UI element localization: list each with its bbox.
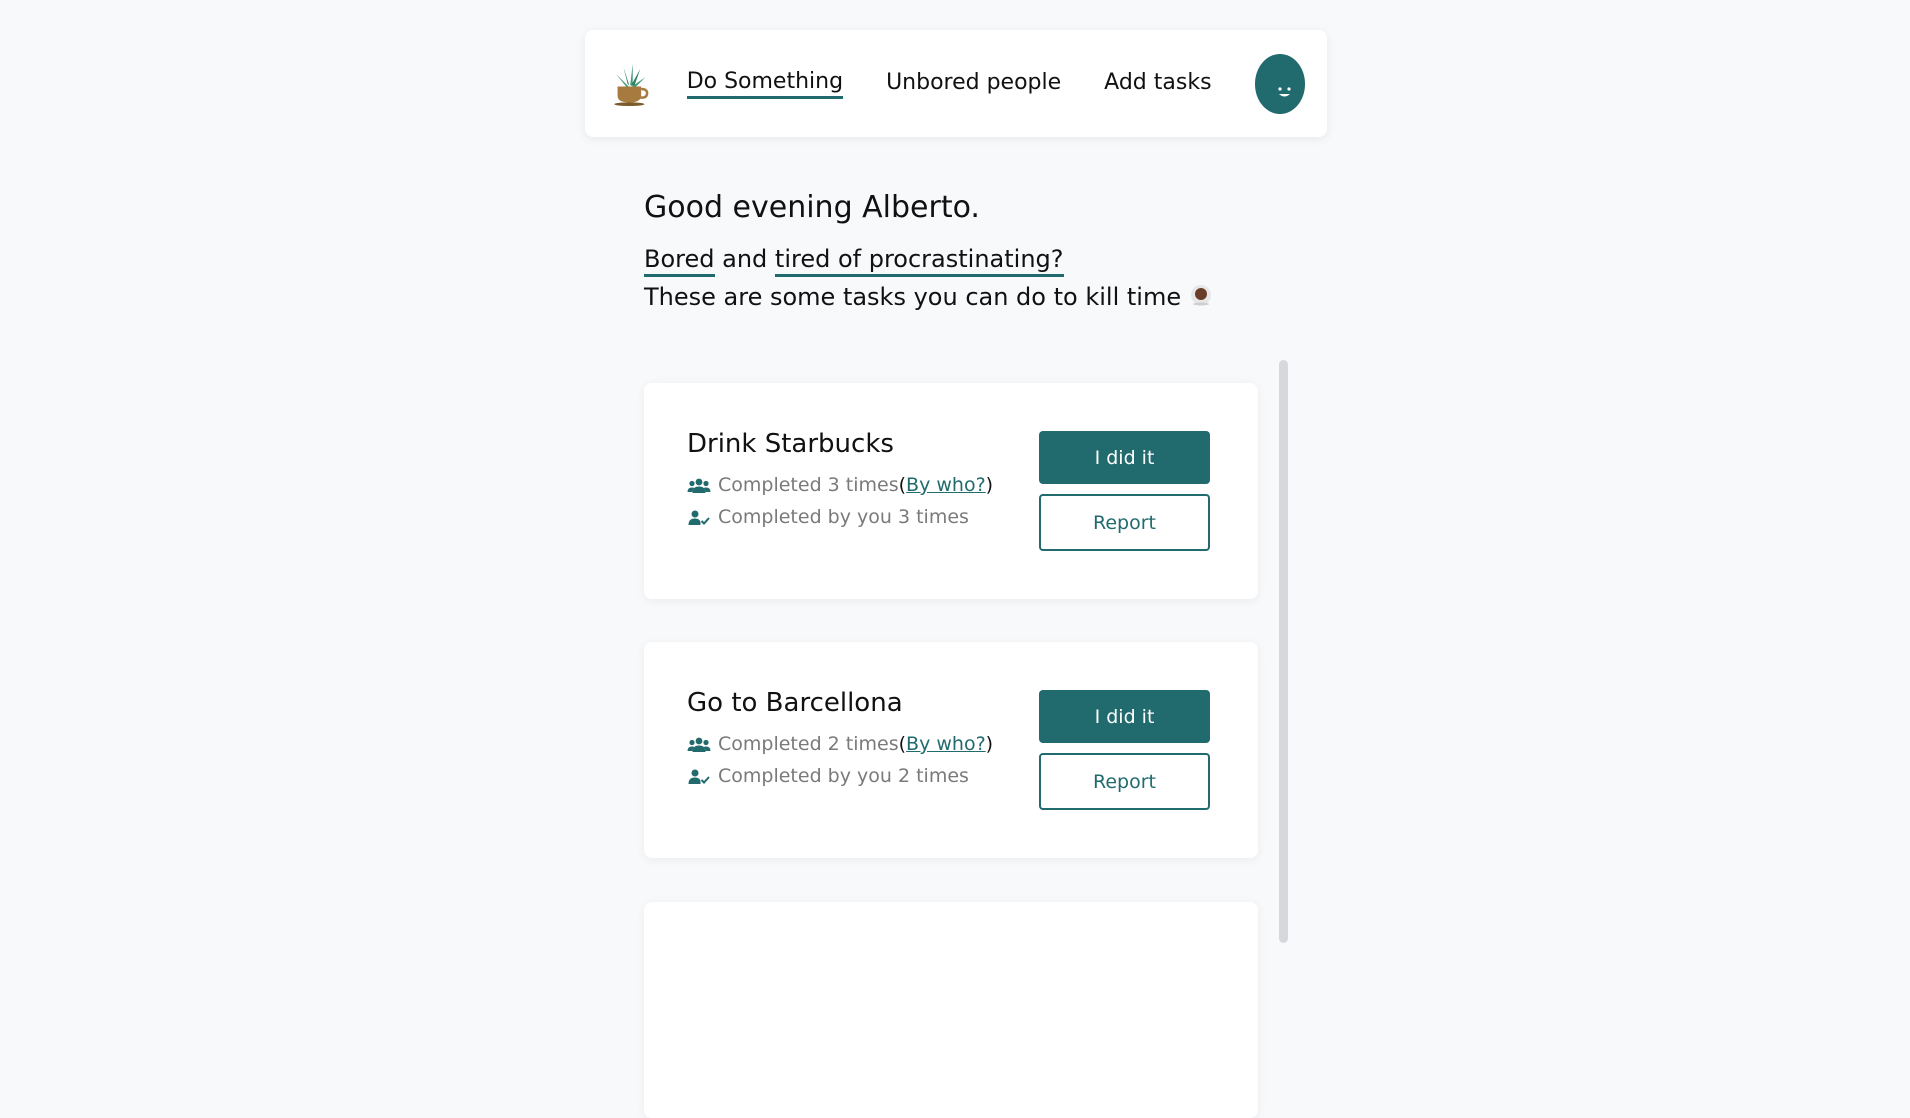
and-text: and: [714, 245, 775, 273]
task-completed-by-you: Completed by you 2 times: [687, 765, 969, 787]
by-who-link[interactable]: By who?: [906, 733, 986, 755]
intro-description: These are some tasks you can do to kill …: [644, 283, 1213, 311]
task-completed-by-you: Completed by you 3 times: [687, 506, 969, 528]
top-navbar: Do Something Unbored people Add tasks: [585, 30, 1327, 137]
user-check-icon: [688, 510, 710, 525]
completed-times-text: Completed 3 times: [718, 474, 899, 496]
intro-subtitle: Bored and tired of procrastinating?: [644, 245, 1064, 277]
users-group-icon: [687, 478, 711, 493]
task-card: Go to Barcellona Completed 2 times(By wh…: [644, 642, 1258, 858]
plant-coffee-cup-logo[interactable]: [610, 58, 649, 110]
kill-time-text: These are some tasks you can do to kill …: [644, 283, 1189, 311]
task-completed-count: Completed 3 times(By who?): [687, 474, 993, 496]
smiley-face-icon: [1277, 86, 1291, 96]
nav-link-do-something[interactable]: Do Something: [686, 69, 844, 99]
completed-times-text: Completed 2 times: [718, 733, 899, 755]
task-title: Go to Barcellona: [687, 688, 903, 718]
user-check-icon: [688, 769, 710, 784]
tasks-scrollbar[interactable]: [1279, 360, 1288, 943]
bored-link[interactable]: Bored: [644, 245, 715, 277]
i-did-it-button[interactable]: I did it: [1039, 431, 1210, 484]
report-button[interactable]: Report: [1039, 753, 1210, 810]
task-card: Drink Starbucks Completed 3 times(By who…: [644, 383, 1258, 599]
nav-link-unbored-people[interactable]: Unbored people: [886, 70, 1061, 97]
i-did-it-button[interactable]: I did it: [1039, 690, 1210, 743]
task-completed-count: Completed 2 times(By who?): [687, 733, 993, 755]
user-avatar[interactable]: [1254, 53, 1305, 114]
tired-link[interactable]: tired of procrastinating?: [774, 245, 1064, 277]
report-button[interactable]: Report: [1039, 494, 1210, 551]
task-title: Drink Starbucks: [687, 429, 894, 459]
completed-by-you-text: Completed by you 3 times: [718, 506, 969, 528]
completed-by-you-text: Completed by you 2 times: [718, 765, 969, 787]
users-group-icon: [687, 737, 711, 752]
nav-link-add-tasks[interactable]: Add tasks: [1104, 70, 1211, 97]
coffee-cup-icon: [1190, 285, 1211, 306]
by-who-link[interactable]: By who?: [906, 474, 986, 496]
nav-links: Do Something Unbored people Add tasks: [686, 69, 1255, 99]
task-card: [644, 902, 1258, 1118]
greeting-heading: Good evening Alberto.: [644, 190, 980, 225]
